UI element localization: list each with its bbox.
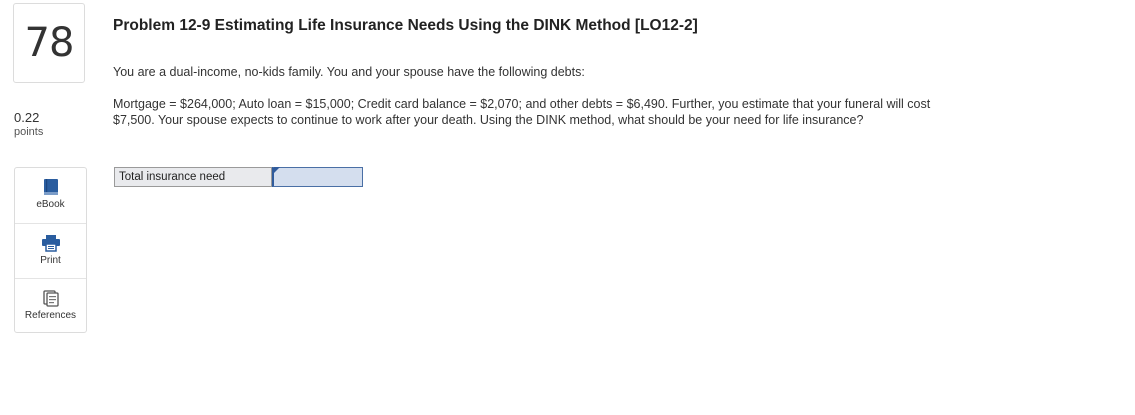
ebook-button[interactable]: eBook bbox=[15, 168, 86, 223]
printer-icon bbox=[41, 234, 61, 252]
references-label: References bbox=[24, 310, 77, 321]
total-insurance-need-input[interactable] bbox=[272, 167, 363, 187]
points-value: 0.22 bbox=[14, 110, 40, 125]
references-icon bbox=[42, 289, 60, 307]
points-label: points bbox=[14, 126, 44, 138]
tools-panel: eBook Print References bbox=[14, 167, 87, 333]
print-label: Print bbox=[40, 255, 61, 266]
input-corner-marker bbox=[274, 167, 280, 173]
question-number-box: 78 bbox=[13, 3, 85, 83]
answer-label: Total insurance need bbox=[114, 167, 272, 187]
problem-body: Mortgage = $264,000; Auto loan = $15,000… bbox=[113, 97, 931, 127]
references-button[interactable]: References bbox=[15, 278, 86, 334]
question-page: 78 0.22 points eBook Print References Pr… bbox=[0, 0, 1135, 415]
answer-row: Total insurance need bbox=[114, 167, 363, 187]
book-icon bbox=[42, 178, 60, 196]
problem-intro: You are a dual-income, no-kids family. Y… bbox=[113, 65, 585, 79]
print-button[interactable]: Print bbox=[15, 223, 86, 279]
problem-title: Problem 12-9 Estimating Life Insurance N… bbox=[113, 17, 698, 34]
ebook-label: eBook bbox=[36, 199, 65, 210]
question-number: 78 bbox=[24, 20, 75, 66]
